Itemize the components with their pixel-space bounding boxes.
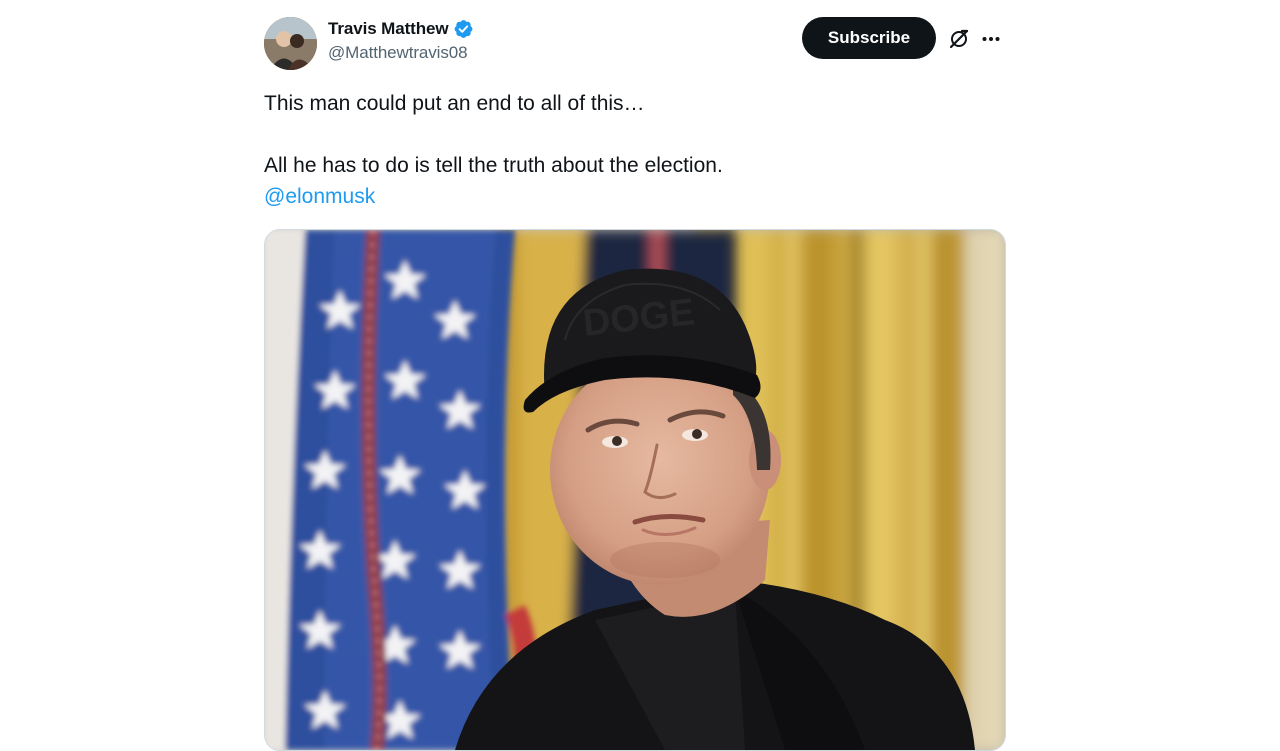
tweet-text: This man could put an end to all of this… (264, 88, 1004, 212)
avatar[interactable] (264, 17, 317, 70)
display-name[interactable]: Travis Matthew (328, 19, 449, 39)
tweet-text-spacer (264, 119, 1004, 150)
subscribe-button[interactable]: Subscribe (802, 17, 936, 59)
tweet-media-image[interactable]: DOGE (264, 229, 1006, 751)
avatar-photo-icon (264, 17, 317, 70)
tweet-text-line-1: This man could put an end to all of this… (264, 92, 645, 115)
tweet-header: Travis Matthew @Matthewtravis08 Subscrib… (264, 16, 1004, 70)
mention-link[interactable]: @elonmusk (264, 185, 375, 208)
tweet: Travis Matthew @Matthewtravis08 Subscrib… (264, 0, 1006, 751)
display-name-row: Travis Matthew (328, 18, 474, 40)
tweet-mention-line: @elonmusk (264, 181, 1004, 212)
verified-badge-icon (452, 18, 474, 40)
photo-illustration: DOGE (265, 230, 1005, 750)
more-horizontal-icon[interactable] (978, 26, 1004, 52)
tweet-text-line-2: All he has to do is tell the truth about… (264, 154, 723, 177)
author-handle[interactable]: @Matthewtravis08 (328, 43, 474, 63)
author-names: Travis Matthew @Matthewtravis08 (328, 18, 474, 63)
grok-icon[interactable] (946, 26, 972, 52)
